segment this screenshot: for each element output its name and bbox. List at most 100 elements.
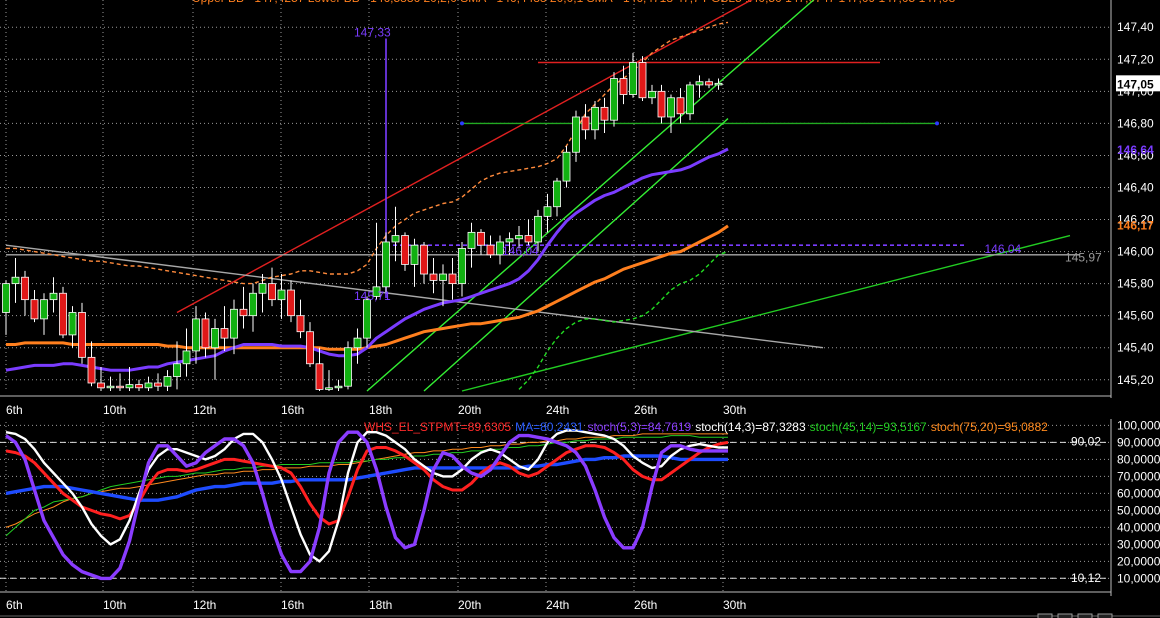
candle-down bbox=[116, 385, 124, 389]
candle-up bbox=[68, 312, 77, 336]
candle-up bbox=[211, 328, 219, 349]
candle-up bbox=[249, 292, 257, 317]
price-x-tick-label: 24th bbox=[546, 403, 569, 417]
candle-down bbox=[59, 292, 67, 336]
osc-y-tick-label: 10,0000 bbox=[1117, 571, 1160, 585]
osc-level-label: 90,02 bbox=[1071, 434, 1101, 448]
candle-up bbox=[543, 206, 552, 217]
osc-legend-entry: stoch(14,3)=87,3283 bbox=[695, 420, 806, 434]
osc-y-tick-label: 100,0000 bbox=[1117, 418, 1160, 432]
candle-up bbox=[382, 241, 390, 288]
price-y-tick-label: 145,80 bbox=[1117, 277, 1154, 291]
candle-up bbox=[686, 84, 694, 115]
candle-down bbox=[638, 62, 647, 99]
candle-down bbox=[239, 308, 248, 317]
osc-x-tick-label: 12th bbox=[193, 598, 216, 612]
osc-y-tick-label: 70,0000 bbox=[1117, 469, 1160, 483]
price-y-tick-label: 146,80 bbox=[1117, 116, 1154, 130]
price-x-tick-label: 18th bbox=[369, 403, 392, 417]
candle-up bbox=[125, 384, 134, 389]
trendline-anchor bbox=[460, 121, 464, 126]
trendline-anchor bbox=[935, 121, 939, 126]
candle-down bbox=[524, 235, 533, 243]
candle-down bbox=[154, 382, 162, 387]
candle-up bbox=[230, 308, 238, 339]
candle-up bbox=[553, 180, 561, 208]
osc-legend-entry: WHS_EL_STPMT=89,6305 bbox=[364, 420, 511, 434]
candle-up bbox=[163, 376, 172, 387]
osc-level-label: 10,12 bbox=[1071, 571, 1101, 585]
osc-y-tick-label: 90,0000 bbox=[1117, 435, 1160, 449]
candle-up bbox=[106, 385, 115, 389]
osc-y-tick-label: 80,0000 bbox=[1117, 452, 1160, 466]
candle-down bbox=[315, 363, 324, 390]
candle-up bbox=[49, 292, 58, 301]
candle-up bbox=[610, 78, 618, 121]
osc-y-tick-label: 50,0000 bbox=[1117, 503, 1160, 517]
candle-down bbox=[287, 289, 295, 317]
candle-down bbox=[97, 382, 105, 389]
osc-x-tick-label: 18th bbox=[369, 598, 392, 612]
osc-y-tick-label: 30,0000 bbox=[1117, 537, 1160, 551]
price-x-tick-label: 12th bbox=[193, 403, 216, 417]
candle-up bbox=[648, 90, 656, 99]
price-y-tick-label: 145,40 bbox=[1117, 341, 1154, 355]
price-tag-label: 146,17 bbox=[1117, 218, 1154, 232]
candle-up bbox=[258, 283, 267, 294]
price-tag-label: 145,97 bbox=[1065, 250, 1102, 264]
candle-up bbox=[325, 387, 333, 390]
candle-up bbox=[334, 385, 343, 389]
candle-up bbox=[11, 276, 20, 285]
candle-up bbox=[410, 244, 419, 265]
candle-up bbox=[534, 215, 542, 243]
osc-x-tick-label: 20th bbox=[458, 598, 481, 612]
candle-up bbox=[173, 363, 181, 377]
candle-up bbox=[391, 235, 400, 243]
candle-down bbox=[220, 328, 229, 339]
trading-chart[interactable]: 145,20145,40145,60145,80146,00146,20146,… bbox=[0, 0, 1160, 618]
price-y-tick-label: 145,60 bbox=[1117, 309, 1154, 323]
candle-up bbox=[192, 318, 200, 352]
price-y-tick-label: 147,20 bbox=[1117, 52, 1154, 66]
candle-up bbox=[182, 350, 191, 365]
candle-up bbox=[2, 283, 10, 313]
candle-down bbox=[429, 273, 438, 281]
price-y-tick-label: 146,40 bbox=[1117, 180, 1154, 194]
candle-down bbox=[78, 312, 86, 358]
candle-down bbox=[201, 318, 210, 349]
osc-y-tick-label: 60,0000 bbox=[1117, 486, 1160, 500]
candle-up bbox=[467, 231, 476, 249]
candle-down bbox=[477, 231, 485, 246]
price-x-tick-label: 16th bbox=[281, 403, 304, 417]
price-header-text: Upper BB= 147,4257 Lower BB= 146,5886 20… bbox=[192, 0, 956, 5]
candle-up bbox=[714, 82, 723, 86]
candle-down bbox=[135, 384, 143, 389]
candle-up bbox=[344, 347, 352, 387]
price-tag-label: 147,05 bbox=[1117, 77, 1154, 91]
candle-up bbox=[695, 81, 704, 86]
candle-up bbox=[572, 116, 580, 153]
candle-up bbox=[515, 235, 523, 240]
annotation-label: 146,04 bbox=[985, 242, 1022, 256]
candle-down bbox=[30, 299, 39, 320]
osc-y-tick-label: 20,0000 bbox=[1117, 554, 1160, 568]
annotation-label: 146,04 bbox=[502, 244, 539, 258]
osc-x-tick-label: 24th bbox=[546, 598, 569, 612]
candle-down bbox=[296, 315, 305, 333]
price-x-tick-label: 30th bbox=[723, 403, 746, 417]
osc-x-tick-label: 16th bbox=[281, 598, 304, 612]
candle-down bbox=[268, 283, 276, 301]
candle-up bbox=[40, 299, 48, 320]
scroll-box-icon[interactable] bbox=[1057, 613, 1073, 618]
scroll-box-icon[interactable] bbox=[1037, 613, 1053, 618]
scroll-box-icon[interactable] bbox=[1097, 613, 1113, 618]
candle-down bbox=[600, 106, 609, 121]
candle-up bbox=[629, 62, 637, 95]
scroll-box-icon[interactable] bbox=[1077, 613, 1093, 618]
price-y-tick-label: 145,20 bbox=[1117, 373, 1154, 387]
osc-legend-entry: MA=80,2431 bbox=[515, 420, 584, 434]
price-y-tick-label: 146,00 bbox=[1117, 245, 1154, 259]
candle-down bbox=[619, 78, 628, 95]
annotation-label: 145,71 bbox=[354, 289, 391, 303]
osc-x-tick-label: 30th bbox=[723, 598, 746, 612]
